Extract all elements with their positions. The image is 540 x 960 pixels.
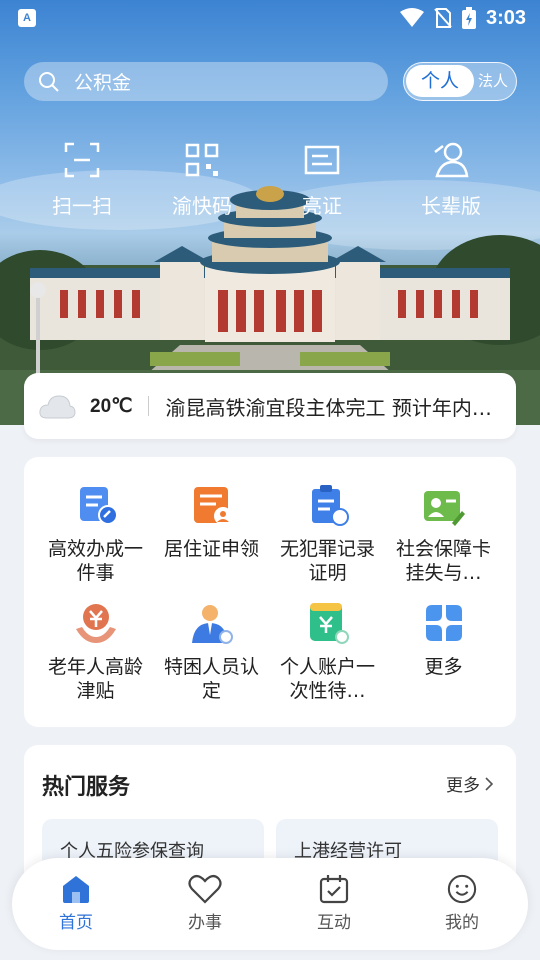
id-card-icon (304, 145, 340, 175)
nav-services[interactable]: 办事 (155, 874, 255, 933)
service-label: 个人账户一次性待… (279, 656, 375, 702)
accessibility-notification-icon: A (18, 9, 36, 27)
quick-action-elder-mode[interactable]: 长辈版 (396, 140, 506, 219)
nav-mine[interactable]: 我的 (412, 874, 512, 933)
search-icon (39, 71, 59, 92)
service-social-security-card[interactable]: 社会保障卡挂失与… (382, 483, 505, 585)
service-more[interactable]: 更多 (382, 601, 505, 679)
nav-home[interactable]: 首页 (26, 874, 126, 933)
nav-label: 我的 (445, 913, 479, 933)
temperature: 20℃ (90, 395, 133, 417)
elder-mode-icon (434, 142, 469, 178)
service-residence-permit[interactable]: 居住证申领 (150, 483, 273, 561)
more-label: 更多 (446, 776, 480, 796)
section-title: 热门服务 (42, 775, 131, 800)
status-time: 3:03 (485, 6, 526, 29)
cloud-icon (39, 395, 76, 419)
home-icon (63, 876, 89, 903)
scan-icon (64, 142, 100, 178)
search-bar[interactable]: 公积金 (24, 62, 388, 101)
residence-permit-icon (193, 487, 232, 525)
service-efficient[interactable]: 高效办成一件事 (34, 483, 157, 585)
divider (148, 396, 150, 416)
nav-label: 互动 (317, 913, 351, 933)
no-criminal-record-icon (311, 485, 349, 526)
news-headline[interactable]: 渝昆高铁渝宜段主体完工 预计年内… (165, 392, 501, 421)
service-label: 社会保障卡挂失与… (395, 538, 491, 584)
service-elderly-allowance[interactable]: 老年人高龄津贴 (34, 601, 157, 703)
quick-action-show-id[interactable]: 亮证 (267, 140, 377, 219)
service-poverty-certification[interactable]: 特困人员认定 (150, 601, 273, 703)
quick-action-label: 扫一扫 (52, 194, 112, 218)
poverty-certification-icon (191, 605, 233, 644)
status-bar: A 3:03 (0, 0, 540, 36)
identity-toggle[interactable]: 个人 法人 (403, 62, 517, 101)
wifi-icon (399, 8, 424, 27)
toggle-personal[interactable]: 个人 (406, 65, 474, 97)
bottom-navigation: 首页 办事 互动 我的 (12, 858, 528, 950)
service-label: 无犯罪记录证明 (279, 538, 375, 584)
social-security-card-icon (423, 491, 465, 526)
service-label: 特困人员认定 (163, 656, 259, 702)
calendar-check-icon (319, 875, 349, 904)
personal-account-icon (309, 603, 349, 644)
toggle-legal-person[interactable]: 法人 (478, 63, 508, 99)
quick-action-qr[interactable]: 渝快码 (147, 140, 257, 219)
news-ticker[interactable]: 20℃ 渝昆高铁渝宜段主体完工 预计年内… (24, 373, 516, 439)
service-label: 高效办成一件事 (47, 538, 143, 584)
efficient-service-icon (79, 487, 118, 525)
more-grid-icon (425, 605, 462, 641)
service-label: 老年人高龄津贴 (47, 656, 143, 702)
chevron-right-icon (485, 776, 494, 791)
service-personal-account[interactable]: 个人账户一次性待… (266, 601, 389, 703)
service-grid: 高效办成一件事 居住证申领 无犯罪记录证明 社会保障卡挂失与… 老年人高龄津贴 … (24, 457, 516, 727)
heart-icon (188, 874, 222, 904)
service-no-criminal-record[interactable]: 无犯罪记录证明 (266, 483, 389, 585)
quick-action-label: 渝快码 (172, 194, 232, 218)
search-placeholder: 公积金 (74, 72, 132, 94)
service-label: 居住证申领 (163, 538, 259, 560)
smile-icon (447, 874, 477, 904)
no-sim-icon (434, 8, 452, 28)
nav-label: 办事 (188, 913, 222, 933)
battery-charging-icon (461, 7, 476, 29)
elderly-allowance-icon (75, 604, 116, 643)
quick-action-scan[interactable]: 扫一扫 (27, 140, 137, 219)
qr-code-icon (185, 143, 219, 177)
quick-action-label: 亮证 (302, 194, 342, 218)
nav-label: 首页 (59, 913, 93, 933)
more-link[interactable]: 更多 (446, 771, 494, 796)
nav-interact[interactable]: 互动 (284, 874, 384, 933)
quick-action-label: 长辈版 (421, 194, 481, 218)
service-label: 更多 (424, 656, 463, 678)
